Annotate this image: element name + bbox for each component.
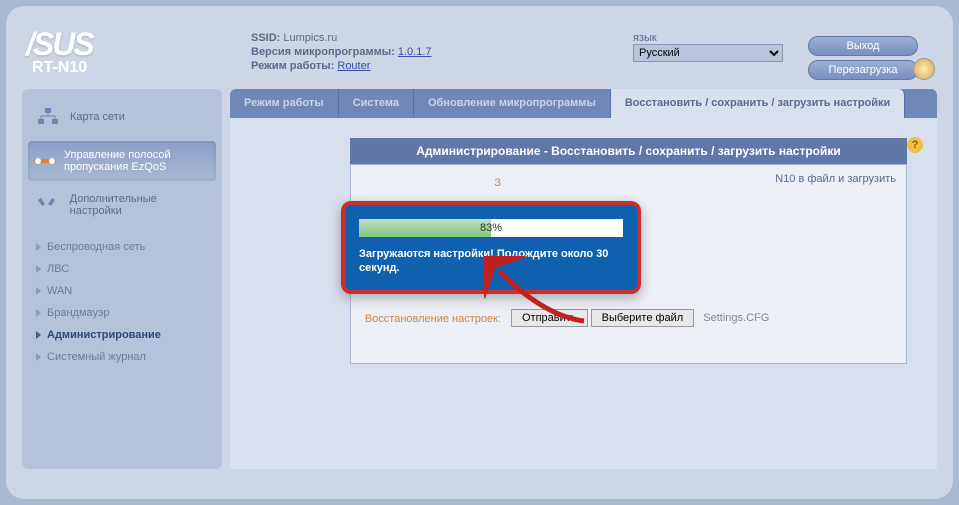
- help-icon[interactable]: ?: [907, 137, 923, 153]
- header: /SUS RT-N10 SSID: Lumpics.ru Версия микр…: [16, 16, 943, 89]
- sidebar-item-wireless[interactable]: Беспроводная сеть: [28, 237, 216, 257]
- sidebar-label: Управление полосой пропускания EzQoS: [64, 149, 210, 173]
- info-left: SSID: Lumpics.ru Версия микропрограммы: …: [251, 32, 633, 84]
- progress-text: 83%: [359, 219, 623, 237]
- mode-link[interactable]: Router: [337, 60, 370, 72]
- tab-mode[interactable]: Режим работы: [230, 89, 339, 118]
- lang-area: язык Русский: [633, 32, 793, 84]
- fw-link[interactable]: 1.0.1.7: [398, 46, 432, 58]
- sidebar-label: Карта сети: [70, 111, 125, 123]
- sidebar-label: Дополнительные настройки: [70, 193, 210, 217]
- sidebar-item-network-map[interactable]: Карта сети: [28, 97, 216, 137]
- tabs: Режим работы Система Обновление микропро…: [230, 89, 937, 118]
- progress-modal: 83% Загружаются настройки! Подождите око…: [341, 201, 641, 294]
- network-icon: [34, 105, 62, 129]
- sidebar-item-ezqos[interactable]: Управление полосой пропускания EzQoS: [28, 141, 216, 181]
- header-buttons: Выход Перезагрузка: [793, 32, 933, 84]
- info-area: SSID: Lumpics.ru Версия микропрограммы: …: [251, 26, 933, 84]
- sidebar: Карта сети Управление полосой пропускани…: [22, 89, 222, 469]
- tab-firmware[interactable]: Обновление микропрограммы: [414, 89, 611, 118]
- ssid-label: SSID:: [251, 32, 280, 44]
- modal-message: Загружаются настройки! Подождите около 3…: [359, 247, 623, 276]
- mode-label: Режим работы:: [251, 60, 334, 72]
- tab-system[interactable]: Система: [339, 89, 414, 118]
- sidebar-item-firewall[interactable]: Брандмауэр: [28, 303, 216, 323]
- logout-button[interactable]: Выход: [808, 36, 918, 56]
- send-button[interactable]: Отправить: [511, 309, 588, 327]
- reboot-button[interactable]: Перезагрузка: [808, 60, 918, 80]
- ssid-value: Lumpics.ru: [283, 32, 337, 44]
- file-name: Settings.CFG: [703, 312, 769, 324]
- restore-label: Восстановление настроек:: [361, 309, 511, 327]
- fw-label: Версия микропрограммы:: [251, 46, 395, 58]
- desc-text: N10 в файл и загрузить: [511, 173, 896, 189]
- sidebar-item-advanced[interactable]: Дополнительные настройки: [28, 185, 216, 225]
- sidebar-item-wan[interactable]: WAN: [28, 281, 216, 301]
- logo-area: /SUS RT-N10: [26, 26, 251, 84]
- sidebar-item-administration[interactable]: Администрирование: [28, 325, 216, 345]
- tab-settings[interactable]: Восстановить / сохранить / загрузить нас…: [611, 89, 905, 118]
- sidebar-item-syslog[interactable]: Системный журнал: [28, 347, 216, 367]
- mascot-icon: [913, 58, 935, 80]
- lang-label: язык: [633, 32, 793, 44]
- logo: /SUS: [26, 26, 251, 63]
- progress-bar: 83%: [359, 219, 623, 237]
- model-name: RT-N10: [32, 59, 251, 77]
- sidebar-item-lan[interactable]: ЛВС: [28, 259, 216, 279]
- tools-icon: [34, 193, 62, 217]
- choose-file-button[interactable]: Выберите файл: [591, 309, 695, 327]
- lang-select[interactable]: Русский: [633, 44, 783, 62]
- panel-title: Администрирование - Восстановить / сохра…: [350, 138, 907, 164]
- qos-icon: [34, 149, 56, 173]
- main-frame: /SUS RT-N10 SSID: Lumpics.ru Версия микр…: [6, 6, 953, 499]
- row-label: З: [361, 173, 511, 189]
